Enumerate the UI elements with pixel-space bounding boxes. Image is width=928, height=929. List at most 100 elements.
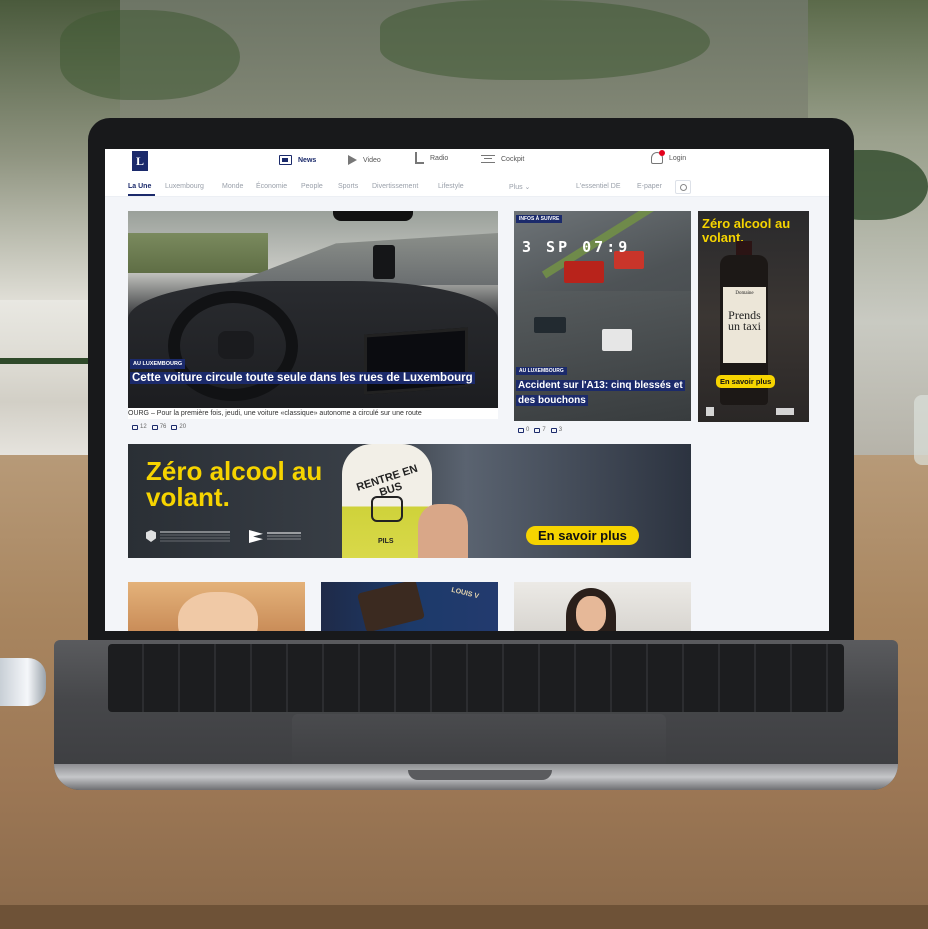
- like-icon: [151, 424, 158, 430]
- photo-van: [602, 329, 632, 351]
- book-stripe: [0, 358, 95, 364]
- securite-text-lines: [267, 532, 301, 534]
- subnav-divertissement[interactable]: Divertissement: [372, 183, 418, 190]
- second-article-title[interactable]: Accident sur l'A13: cinq blessés et des …: [516, 378, 691, 408]
- nav-video[interactable]: Video: [348, 155, 381, 165]
- notification-dot: [659, 150, 665, 156]
- nav-cockpit[interactable]: Cockpit: [481, 155, 524, 163]
- page-content: AU LUXEMBOURG Cette voiture circule tout…: [105, 197, 829, 631]
- banner-footer-logos: [146, 530, 346, 548]
- photo-hand: [418, 504, 468, 558]
- user-icon: [651, 150, 665, 164]
- live-tag: INFOS À SUIVRE: [516, 215, 563, 223]
- likes-count[interactable]: 7: [534, 427, 546, 433]
- banner-headline: Zéro alcool au volant.: [146, 456, 323, 512]
- site-logo[interactable]: L: [132, 151, 148, 171]
- table-edge: [0, 905, 928, 929]
- subnav-sports[interactable]: Sports: [338, 183, 358, 190]
- photo-road: [228, 233, 498, 285]
- comments-count[interactable]: 12: [132, 424, 147, 430]
- nav-cockpit-label: Cockpit: [501, 155, 525, 163]
- securite-logo: [776, 408, 794, 415]
- login-button[interactable]: Login: [651, 150, 687, 164]
- photo-wheel-hub: [218, 331, 254, 359]
- subnav-epaper[interactable]: E-paper: [637, 183, 662, 190]
- laptop-screen: L News Video Radio Cockpit Login La Une …: [105, 149, 829, 631]
- site-header: L News Video Radio Cockpit Login: [105, 149, 829, 175]
- banner-advertisement[interactable]: Zéro alcool au volant. RENTRE EN BUS PIL…: [128, 444, 691, 558]
- background-books: [0, 300, 100, 496]
- crest-logo: [706, 407, 714, 416]
- photo-mirror: [333, 211, 413, 221]
- nav-news-label: News: [298, 156, 317, 164]
- main-article-title[interactable]: Cette voiture circule toute seule dans l…: [130, 370, 490, 387]
- beer-label-sub: PILS: [378, 538, 394, 545]
- photo-car: [534, 317, 566, 333]
- nav-news[interactable]: News: [279, 155, 316, 165]
- subnav-people[interactable]: People: [301, 183, 323, 190]
- comment-icon: [132, 424, 138, 430]
- laptop-keyboard: [108, 644, 844, 712]
- wine-label-small: Domaine: [735, 291, 754, 296]
- photo-person: [178, 592, 258, 631]
- ad-footer-logos: [706, 407, 802, 417]
- bus-icon: [371, 496, 403, 522]
- subnav-la-une[interactable]: La Une: [128, 183, 151, 190]
- second-article-card[interactable]: INFOS À SUIVRE 3 SP 07:9 AU LUXEMBOURG A…: [514, 211, 691, 421]
- banner-cta-button[interactable]: En savoir plus: [526, 526, 639, 545]
- wine-label: Domaine Prends un taxi: [723, 287, 766, 363]
- subnav-luxembourg[interactable]: Luxembourg: [165, 183, 204, 190]
- background-plant: [60, 10, 240, 100]
- photo-person: [576, 596, 606, 631]
- subnav-essentiel[interactable]: L'essentiel DE: [576, 183, 621, 190]
- share-icon: [550, 427, 557, 433]
- thumbnail-brand-text: LOUIS V: [450, 586, 480, 601]
- subnav-economie[interactable]: Économie: [256, 183, 287, 190]
- newspaper-icon: [279, 155, 292, 165]
- main-article-card[interactable]: AU LUXEMBOURG Cette voiture circule tout…: [128, 211, 498, 409]
- subnav-monde[interactable]: Monde: [222, 183, 243, 190]
- side-advertisement[interactable]: Zéro alcool au volant. Domaine Prends un…: [698, 211, 809, 422]
- second-article-stats: 0 7 3: [518, 427, 562, 433]
- main-article-lead: OURG – Pour la première fois, jeudi, une…: [128, 408, 498, 419]
- securite-logo: [249, 530, 263, 543]
- article-thumbnail[interactable]: [128, 582, 305, 631]
- ad-headline: Zéro alcool au volant.: [702, 216, 791, 245]
- main-article-stats: 12 76 20: [132, 424, 186, 430]
- likes-count[interactable]: 76: [151, 424, 166, 430]
- comment-icon: [518, 427, 524, 433]
- shares-count[interactable]: 3: [550, 427, 562, 433]
- login-label: Login: [669, 154, 687, 162]
- sliders-icon: [481, 155, 495, 163]
- like-icon: [534, 427, 541, 433]
- photo-grass: [128, 233, 268, 273]
- active-tab-indicator: [128, 194, 155, 196]
- play-icon: [348, 155, 357, 165]
- crest-logo: [146, 530, 156, 542]
- article-thumbnail[interactable]: [514, 582, 691, 631]
- shares-count[interactable]: 20: [171, 424, 186, 430]
- search-button[interactable]: [675, 180, 691, 194]
- background-plant: [380, 0, 710, 80]
- comments-count[interactable]: 0: [518, 427, 529, 433]
- photo-fire-truck: [564, 261, 604, 283]
- article-category-tag: AU LUXEMBOURG: [516, 367, 567, 375]
- nav-radio-label: Radio: [430, 154, 449, 162]
- laptop-notch: [408, 770, 552, 780]
- section-nav: La Une Luxembourg Monde Économie People …: [105, 175, 829, 197]
- ministry-text-lines: [160, 531, 230, 533]
- photo-suitcase: [357, 582, 425, 631]
- subnav-lifestyle[interactable]: Lifestyle: [438, 183, 464, 190]
- share-icon: [171, 424, 178, 430]
- camera-timestamp: 3 SP 07:9: [522, 238, 631, 256]
- glass: [914, 395, 928, 465]
- article-category-tag: AU LUXEMBOURG: [130, 359, 186, 369]
- smartphone: [0, 658, 46, 706]
- nav-radio[interactable]: Radio: [415, 152, 448, 164]
- article-thumbnail[interactable]: LOUIS V: [321, 582, 498, 631]
- radio-icon: [415, 152, 424, 164]
- subnav-more[interactable]: Plus ⌄: [509, 183, 530, 191]
- wine-label-big: Prends un taxi: [728, 308, 761, 333]
- ad-cta-button[interactable]: En savoir plus: [716, 375, 776, 388]
- photo-phone-mount: [373, 245, 395, 279]
